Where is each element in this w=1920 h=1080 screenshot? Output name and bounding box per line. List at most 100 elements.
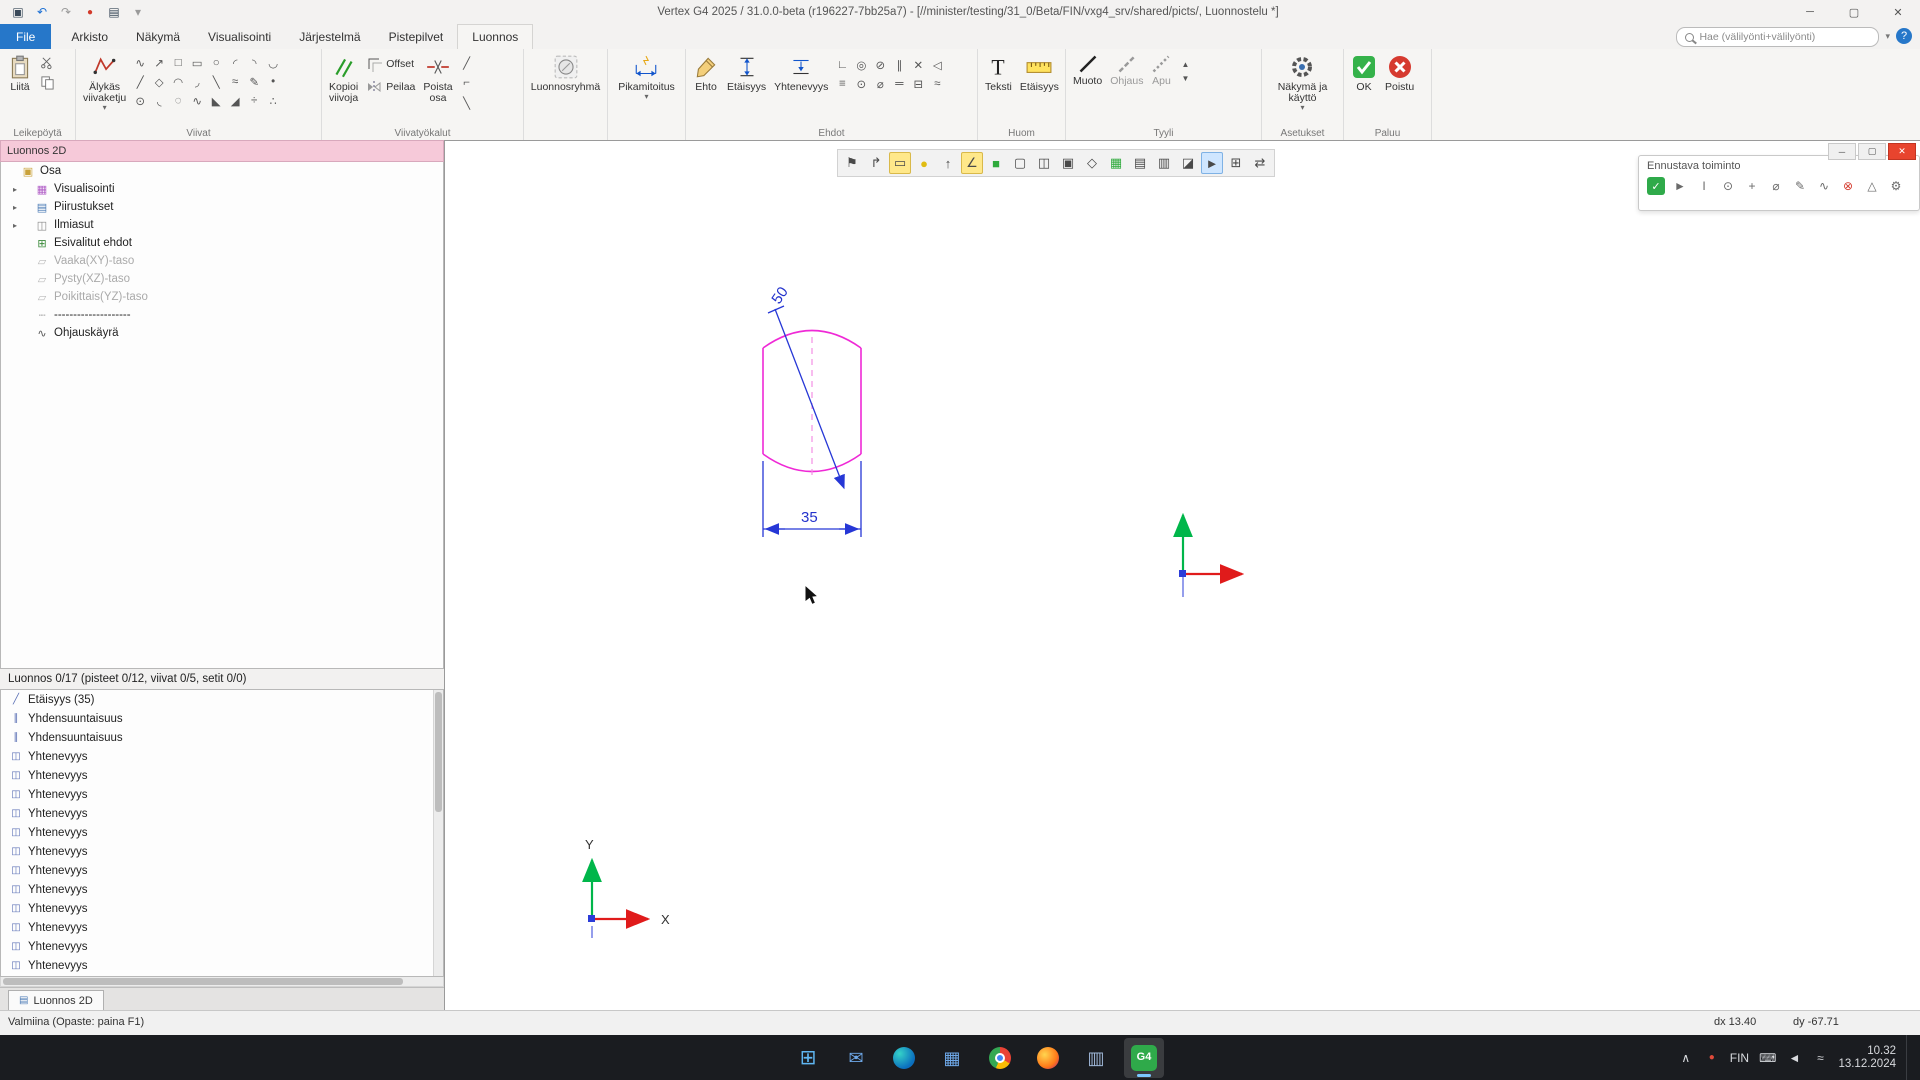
rectangle-icon[interactable]: □ <box>169 54 187 71</box>
sketch-group-button[interactable]: Luonnosryhmä <box>528 52 603 95</box>
guide-style-button[interactable]: Ohjaus <box>1107 52 1146 89</box>
constraint-item[interactable]: ◫ Yhtenevyys <box>1 918 443 937</box>
network-icon[interactable]: ≈ <box>1812 1046 1828 1070</box>
tree-item[interactable]: ▣ Osa <box>1 162 443 180</box>
dimension-annotation-button[interactable]: Etäisyys <box>1017 52 1062 95</box>
fillet-icon[interactable]: ◣ <box>207 92 225 109</box>
search-input[interactable]: Hae (välilyönti+välilyönti) <box>1676 27 1879 47</box>
symmetry-icon[interactable]: ◁ <box>928 56 946 73</box>
grid-edit-icon[interactable]: ⊞ <box>1225 152 1247 174</box>
menu-item[interactable]: Pistepilvet <box>375 24 458 49</box>
constraint-item[interactable]: ◫ Yhtenevyys <box>1 861 443 880</box>
doc-minimize-button[interactable]: ─ <box>1828 143 1856 160</box>
perpendicular-icon[interactable]: ∟ <box>833 56 851 73</box>
layout-icon[interactable]: ▤ <box>104 3 124 21</box>
circle-center-icon[interactable]: ⊙ <box>131 92 149 109</box>
tree-item[interactable]: ┈ -------------------- <box>1 306 443 324</box>
record-icon[interactable]: ● <box>80 3 100 21</box>
collinear-icon[interactable]: ⊟ <box>909 75 927 92</box>
copy-lines-button[interactable]: Kopioi viivoja <box>326 52 361 106</box>
snap-vertical-icon[interactable]: ↑ <box>937 152 959 174</box>
text-button[interactable]: T Teksti <box>982 52 1015 95</box>
save-icon[interactable]: ▣ <box>8 3 28 21</box>
tree-item[interactable]: ∿ Ohjauskäyrä <box>1 324 443 342</box>
menu-item[interactable]: Visualisointi <box>194 24 285 49</box>
constraint-item[interactable]: ◫ Yhtenevyys <box>1 956 443 975</box>
drawing-canvas[interactable]: ─ ▢ ✕ ⚑ ↱ ▭ ● ↑ ∠ ■ <box>444 140 1920 1010</box>
remove-icon[interactable]: ⊗ <box>1839 177 1857 195</box>
tree-item[interactable]: ▱ Vaaka(XY)-taso <box>1 252 443 270</box>
ruler-icon[interactable]: ▭ <box>889 152 911 174</box>
extend-icon[interactable]: ⌐ <box>458 74 476 91</box>
constraint-item[interactable]: ◫ Yhtenevyys <box>1 880 443 899</box>
help-button[interactable]: ? <box>1896 28 1912 44</box>
arc-topleft-icon[interactable]: ◜ <box>226 54 244 71</box>
line-back-icon[interactable]: ╲ <box>207 73 225 90</box>
show-desktop-button[interactable] <box>1906 1035 1912 1080</box>
horizontal-icon[interactable]: ≡ <box>833 75 851 92</box>
chrome-icon[interactable] <box>980 1038 1020 1078</box>
tree-item[interactable]: ▱ Pysty(XZ)-taso <box>1 270 443 288</box>
break-icon[interactable]: ╲ <box>458 94 476 111</box>
arc-bottomleft-icon[interactable]: ◟ <box>150 92 168 109</box>
constraint-item[interactable]: ╱ Etäisyys (35) <box>1 690 443 709</box>
coincidence-constraint-button[interactable]: Yhtenevyys <box>771 52 831 95</box>
minimize-button[interactable]: ─ <box>1788 0 1832 24</box>
expand-arrow-icon[interactable]: ▸ <box>13 203 17 212</box>
tab-luonnos[interactable]: Luonnos <box>457 24 533 49</box>
tab-luonnos-2d[interactable]: ▤ Luonnos 2D <box>8 990 104 1010</box>
select-mode-icon[interactable]: ► <box>1671 177 1689 195</box>
constraint-item[interactable]: ◫ Yhtenevyys <box>1 937 443 956</box>
tree-item[interactable]: ⊞ Esivalitut ehdot <box>1 234 443 252</box>
dimension-50[interactable]: 50 <box>768 284 844 488</box>
offset-button[interactable]: Offset <box>363 54 418 74</box>
window-icon[interactable]: ▢ <box>1009 152 1031 174</box>
menu-item[interactable]: Näkymä <box>122 24 194 49</box>
arc-top-icon[interactable]: ◠ <box>169 73 187 90</box>
style-down-icon[interactable]: ▼ <box>1176 72 1194 84</box>
mirror-icon[interactable]: △ <box>1863 177 1881 195</box>
frame-icon[interactable]: ▣ <box>1057 152 1079 174</box>
vertical-scrollbar[interactable] <box>433 690 443 976</box>
keyboard-icon[interactable]: ⌨ <box>1759 1046 1776 1070</box>
fill-color-icon[interactable]: ■ <box>985 152 1007 174</box>
copy-button[interactable] <box>38 74 56 91</box>
maximize-button[interactable]: ▢ <box>1832 0 1876 24</box>
polygon-icon[interactable]: ◇ <box>150 73 168 90</box>
split-window-icon[interactable]: ◫ <box>1033 152 1055 174</box>
mail-icon[interactable]: ✉ <box>836 1038 876 1078</box>
view-settings-button[interactable]: Näkymä ja käyttö ▾ <box>1275 52 1331 114</box>
arc-bottom-icon[interactable]: ◡ <box>264 54 282 71</box>
concentric-icon[interactable]: ◎ <box>852 56 870 73</box>
chamfer-icon[interactable]: ◢ <box>226 92 244 109</box>
expand-arrow-icon[interactable]: ▸ <box>13 221 17 230</box>
notification-icon[interactable]: ● <box>1704 1046 1720 1070</box>
smooth-icon[interactable]: ≈ <box>928 75 946 92</box>
shape-style-button[interactable]: Muoto <box>1070 52 1105 89</box>
file-manager-icon[interactable]: ▦ <box>932 1038 972 1078</box>
ok-button[interactable]: OK <box>1348 52 1380 95</box>
iso-view-icon[interactable]: ◇ <box>1081 152 1103 174</box>
file-menu-button[interactable]: File <box>0 24 51 49</box>
diameter-icon[interactable]: ⌀ <box>871 75 889 92</box>
point-grid-icon[interactable]: ∴ <box>264 92 282 109</box>
enabled-checkbox[interactable]: ✓ <box>1647 177 1665 195</box>
constraint-item[interactable]: ◫ Yhtenevyys <box>1 823 443 842</box>
undo-icon[interactable]: ↶ <box>32 3 52 21</box>
customize-quick-access-icon[interactable]: ▾ <box>128 3 148 21</box>
line-diagonal-icon[interactable]: ╱ <box>131 73 149 90</box>
erase-icon[interactable]: ◪ <box>1177 152 1199 174</box>
remove-part-button[interactable]: Poista osa <box>420 52 455 106</box>
aux-style-button[interactable]: Apu <box>1148 52 1174 89</box>
constraint-item[interactable]: ∥ Yhdensuuntaisuus <box>1 728 443 747</box>
grid-icon[interactable]: ▦ <box>1105 152 1127 174</box>
volume-icon[interactable]: ◄ <box>1786 1046 1802 1070</box>
language-indicator[interactable]: FIN <box>1730 1046 1749 1070</box>
close-button[interactable]: ✕ <box>1876 0 1920 24</box>
settings-gear-icon[interactable]: ⚙ <box>1887 177 1905 195</box>
firefox-icon[interactable] <box>1028 1038 1068 1078</box>
tangent-icon[interactable]: ⊘ <box>871 56 889 73</box>
start-button[interactable]: ⊞ <box>788 1038 828 1078</box>
pencil-icon[interactable]: ✎ <box>1791 177 1809 195</box>
curve-icon[interactable]: ∿ <box>188 92 206 109</box>
